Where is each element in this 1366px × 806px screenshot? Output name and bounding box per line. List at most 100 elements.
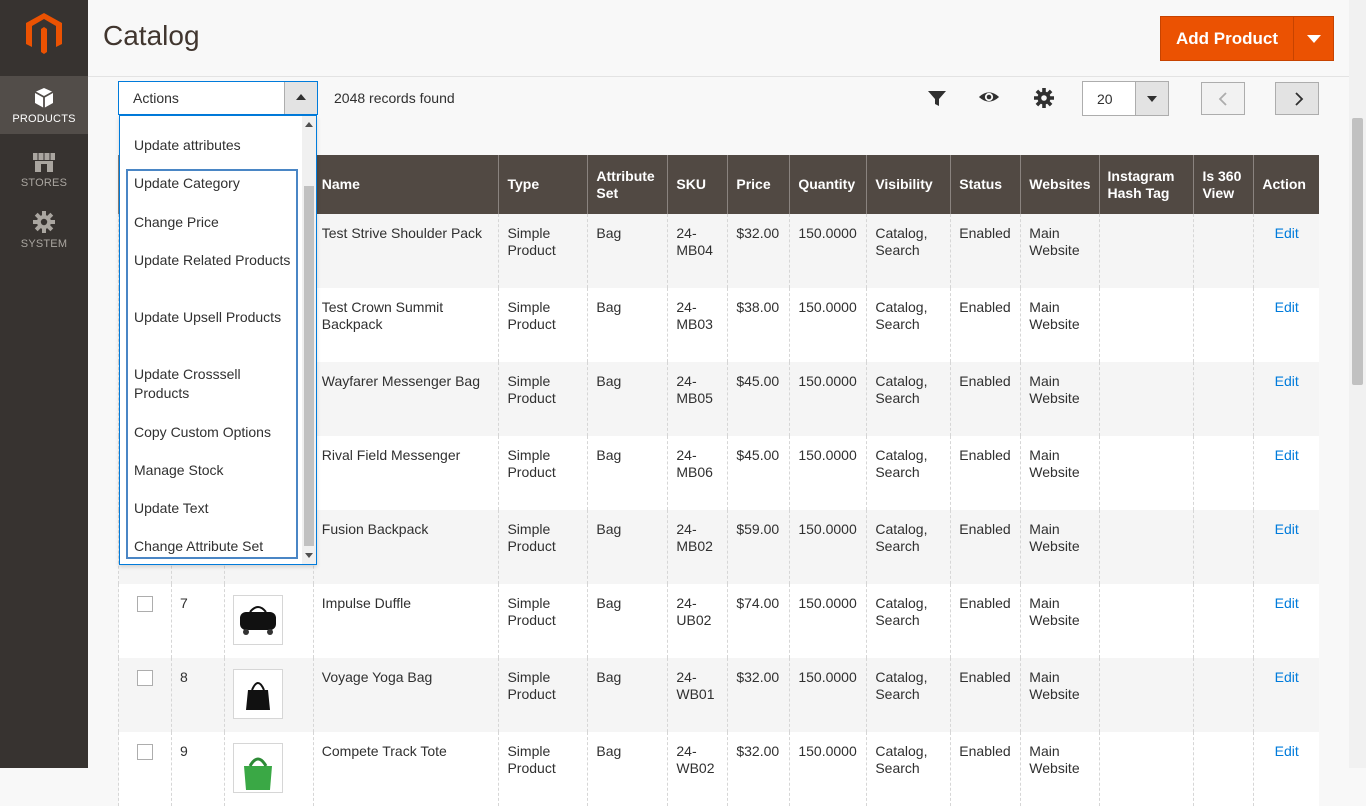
attribute-set: Bag	[587, 658, 668, 732]
product-type: Simple Product	[498, 658, 588, 732]
product-id: 8	[170, 658, 225, 732]
product-thumbnail[interactable]	[232, 669, 283, 719]
edit-link[interactable]: Edit	[1275, 373, 1299, 389]
column-header-quantity[interactable]: Quantity	[789, 155, 867, 214]
quantity: 150.0000	[789, 510, 867, 584]
table-row[interactable]: 9 Compete Track Tote Simple Product Bag 24-W…	[118, 732, 1319, 806]
menu-item-update-related-products[interactable]: Update Related Products	[134, 251, 294, 270]
is-360-view	[1193, 214, 1254, 288]
menu-item-update-text[interactable]: Update Text	[134, 499, 294, 518]
menu-item-manage-stock[interactable]: Manage Stock	[134, 461, 294, 480]
actions-dropdown[interactable]: Actions	[118, 81, 318, 115]
product-thumbnail[interactable]	[232, 595, 283, 645]
status: Enabled	[950, 436, 1021, 510]
page-scrollbar[interactable]	[1349, 0, 1366, 768]
row-checkbox[interactable]	[136, 670, 153, 686]
column-header-status[interactable]: Status	[950, 155, 1021, 214]
product-name: Rival Field Messenger	[312, 436, 499, 510]
quantity: 150.0000	[789, 658, 867, 732]
row-select-cell	[118, 584, 172, 658]
scroll-up-arrow-icon[interactable]	[305, 122, 313, 127]
sku: 24-WB01	[667, 658, 728, 732]
menu-item-update-upsell-products[interactable]: Update Upsell Products	[134, 308, 294, 327]
sku: 24-WB02	[667, 732, 728, 806]
scroll-down-arrow-icon[interactable]	[305, 553, 313, 558]
menu-item-copy-custom-options[interactable]: Copy Custom Options	[134, 423, 294, 442]
menu-item-change-price[interactable]: Change Price	[134, 213, 294, 232]
edit-link[interactable]: Edit	[1275, 521, 1299, 537]
edit-link[interactable]: Edit	[1275, 595, 1299, 611]
previous-page-button[interactable]	[1201, 82, 1245, 115]
edit-link[interactable]: Edit	[1275, 743, 1299, 759]
sku: 24-MB03	[667, 288, 728, 362]
table-row[interactable]: 7 Impulse Duffle Simple Product Bag 24-UB02 $…	[118, 584, 1319, 658]
actions-dropdown-toggle[interactable]	[284, 82, 317, 114]
visibility: Catalog, Search	[866, 362, 951, 436]
add-product-options-button[interactable]	[1293, 17, 1334, 60]
status: Enabled	[950, 510, 1021, 584]
per-page-toggle[interactable]	[1135, 82, 1168, 115]
nav-item-system[interactable]: SYSTEM	[0, 200, 88, 258]
column-header-price[interactable]: Price	[727, 155, 790, 214]
box-icon	[34, 88, 54, 108]
row-select-cell	[118, 732, 172, 806]
magento-logo[interactable]	[23, 12, 65, 54]
quantity: 150.0000	[789, 288, 867, 362]
gear-icon	[33, 211, 55, 233]
filter-icon[interactable]	[926, 87, 948, 109]
quantity: 150.0000	[789, 214, 867, 288]
action-cell: Edit	[1253, 510, 1319, 584]
column-header-name[interactable]: Name	[312, 155, 499, 214]
product-thumbnail[interactable]	[232, 743, 283, 793]
column-header-instagram-hash-tag[interactable]: Instagram Hash Tag	[1098, 155, 1194, 214]
add-product-button: Add Product	[1160, 16, 1334, 61]
admin-sidebar: PRODUCTS STORES SYSTEM	[0, 0, 88, 768]
instagram-hash-tag	[1098, 436, 1194, 510]
edit-link[interactable]: Edit	[1275, 225, 1299, 241]
status: Enabled	[950, 732, 1021, 806]
price: $32.00	[727, 658, 790, 732]
settings-gear-icon[interactable]	[1033, 87, 1055, 109]
menu-item-change-attribute-set[interactable]: Change Attribute Set	[134, 537, 294, 556]
menu-scrollbar[interactable]	[302, 116, 316, 564]
eye-icon[interactable]	[978, 86, 1000, 108]
caret-down-icon	[1147, 96, 1157, 102]
is-360-view	[1193, 658, 1254, 732]
status: Enabled	[950, 658, 1021, 732]
edit-link[interactable]: Edit	[1275, 447, 1299, 463]
add-product-label[interactable]: Add Product	[1161, 17, 1293, 60]
column-header-websites[interactable]: Websites	[1020, 155, 1099, 214]
websites: Main Website	[1020, 658, 1099, 732]
page-scrollbar-thumb[interactable]	[1352, 118, 1363, 385]
instagram-hash-tag	[1098, 658, 1194, 732]
nav-item-stores[interactable]: STORES	[0, 138, 88, 196]
menu-item-update-attributes[interactable]: Update attributes	[134, 136, 294, 155]
visibility: Catalog, Search	[866, 288, 951, 362]
per-page-select[interactable]: 20	[1082, 81, 1169, 116]
menu-scrollbar-thumb[interactable]	[304, 186, 314, 546]
column-header-type[interactable]: Type	[498, 155, 588, 214]
edit-link[interactable]: Edit	[1275, 669, 1299, 685]
product-type: Simple Product	[498, 436, 588, 510]
next-page-button[interactable]	[1275, 82, 1319, 115]
column-header-sku[interactable]: SKU	[667, 155, 728, 214]
row-checkbox[interactable]	[136, 596, 153, 612]
product-type: Simple Product	[498, 510, 588, 584]
column-header-visibility[interactable]: Visibility	[866, 155, 951, 214]
row-checkbox[interactable]	[136, 744, 153, 760]
instagram-hash-tag	[1098, 584, 1194, 658]
column-header-attribute-set[interactable]: Attribute Set	[587, 155, 668, 214]
product-name: Fusion Backpack	[312, 510, 499, 584]
instagram-hash-tag	[1098, 362, 1194, 436]
menu-item-update-crosssell-products[interactable]: Update Crosssell Products	[134, 365, 294, 403]
edit-link[interactable]: Edit	[1275, 299, 1299, 315]
attribute-set: Bag	[587, 732, 668, 806]
table-row[interactable]: 8 Voyage Yoga Bag Simple Product Bag 24-WB01…	[118, 658, 1319, 732]
status: Enabled	[950, 214, 1021, 288]
websites: Main Website	[1020, 214, 1099, 288]
is-360-view	[1193, 584, 1254, 658]
menu-item-update-category[interactable]: Update Category	[134, 174, 294, 193]
nav-item-products[interactable]: PRODUCTS	[0, 76, 88, 134]
action-cell: Edit	[1253, 436, 1319, 510]
column-header-is-360-view[interactable]: Is 360 View	[1193, 155, 1254, 214]
